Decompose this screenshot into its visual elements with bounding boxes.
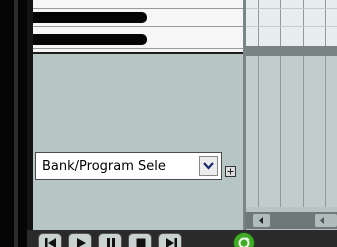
note-grid-separator [245,46,337,56]
piano-keyboard[interactable] [27,0,243,54]
row-divider [245,26,337,27]
white-key-divider [27,48,243,49]
grid-line [258,0,259,46]
midi-editor: Bank/Program Sele [0,0,337,247]
skip-forward-icon[interactable] [158,233,182,247]
cc-lane-select[interactable]: Bank/Program Sele [35,152,222,180]
grid-line [325,0,326,46]
plus-icon[interactable] [225,166,236,177]
cc-lane-select-value: Bank/Program Sele [42,159,166,174]
grid-line [280,0,281,46]
skip-back-icon[interactable] [38,233,62,247]
cc-lane-panel [33,54,243,230]
note-grid-top-rows [245,0,337,46]
arrow-left-icon[interactable] [253,214,270,227]
white-key-divider [27,26,243,27]
black-key[interactable] [27,34,147,45]
horizontal-scrollbar[interactable] [245,212,337,229]
play-icon[interactable] [68,233,92,247]
loop-icon[interactable] [233,232,255,247]
black-key[interactable] [27,12,147,23]
left-panel-border [14,0,18,247]
white-key-divider [27,8,243,9]
row-divider [245,8,337,9]
panel-divider[interactable] [243,0,246,247]
pause-icon[interactable] [98,233,122,247]
scrollbar-thumb[interactable] [315,214,337,227]
grid-line [303,0,304,46]
stop-icon[interactable] [128,233,152,247]
chevron-down-icon[interactable] [199,156,218,176]
